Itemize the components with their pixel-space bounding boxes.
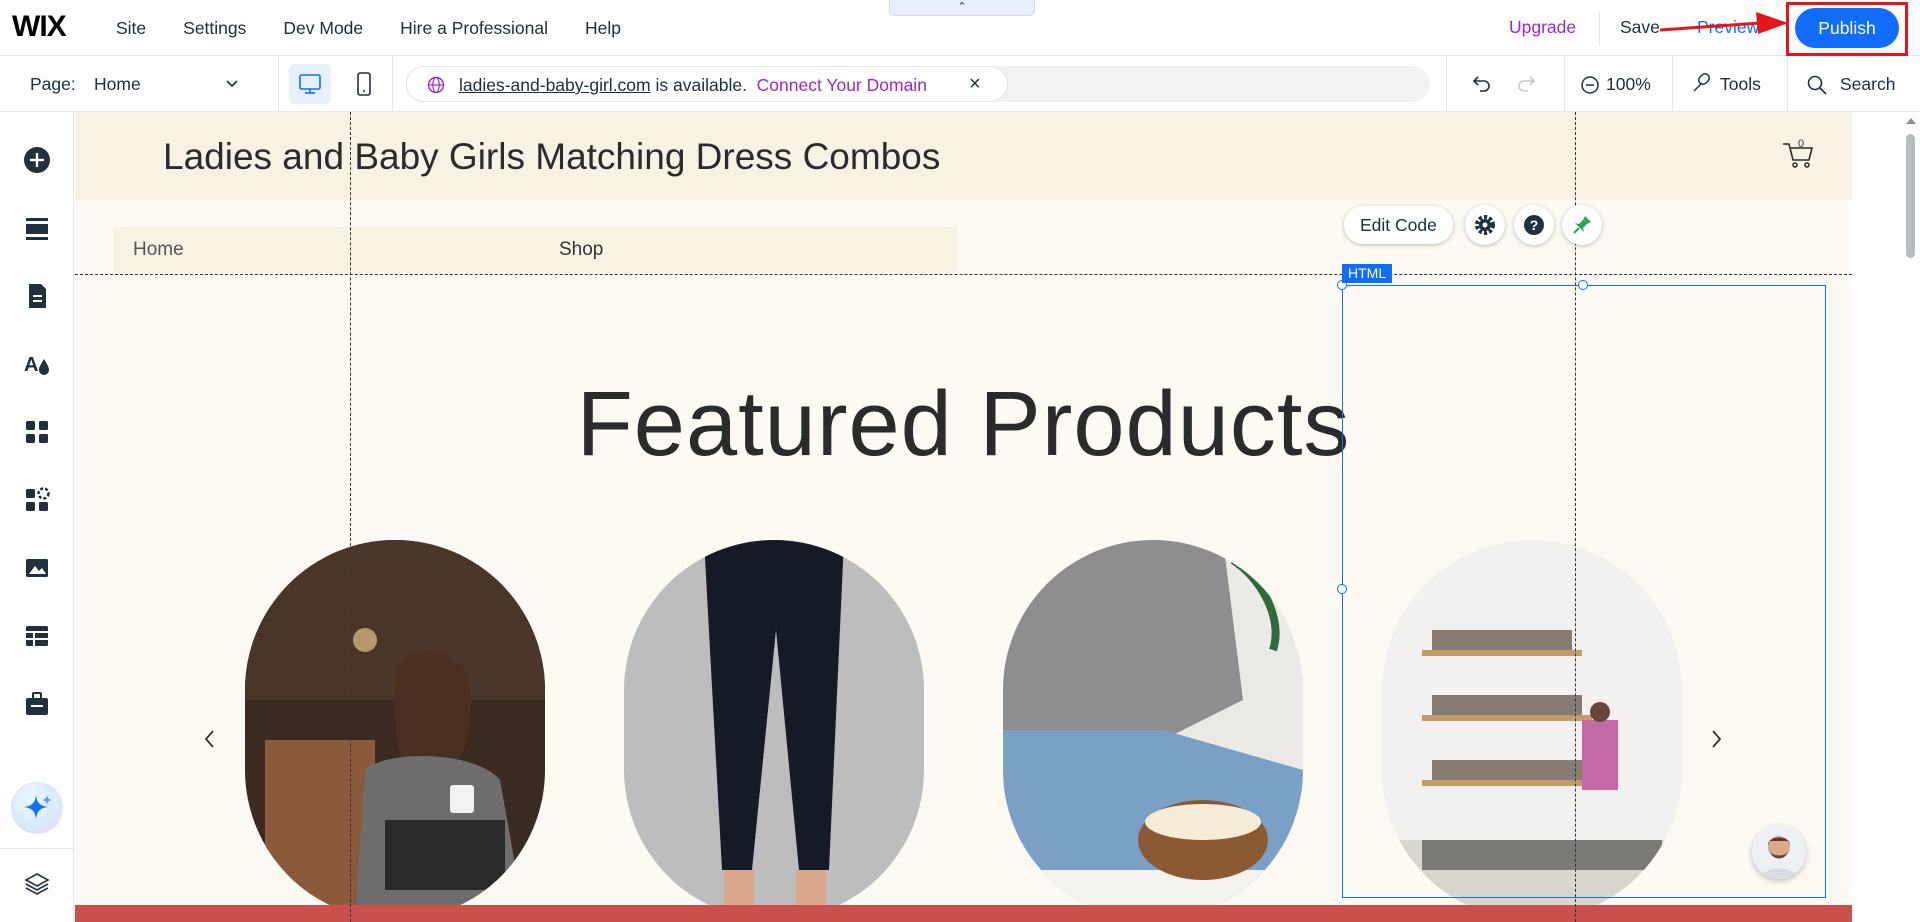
nav-home[interactable]: Home — [133, 239, 184, 261]
scroll-up-icon[interactable] — [1905, 116, 1917, 126]
scroll-thumb[interactable] — [1906, 134, 1915, 258]
menu-hire-a-professional[interactable]: Hire a Professional — [400, 18, 548, 39]
cart-count: 0 — [1798, 138, 1805, 150]
design-icon[interactable]: A — [22, 349, 52, 379]
site-header[interactable]: Ladies and Baby Girls Matching Dress Com… — [75, 112, 1852, 200]
resize-handle[interactable] — [1578, 280, 1588, 290]
tools-button[interactable]: Tools — [1720, 74, 1761, 95]
connect-domain-link[interactable]: Connect Your Domain — [757, 75, 927, 95]
canvas-scrollbar[interactable] — [1902, 112, 1920, 922]
save-button[interactable]: Save — [1620, 17, 1660, 38]
product-photo-leggings — [624, 540, 924, 920]
avatar-icon — [1752, 825, 1806, 879]
chevron-down-icon[interactable] — [224, 76, 240, 92]
divider — [1446, 56, 1447, 112]
menu-help[interactable]: Help — [585, 18, 621, 39]
page-selector[interactable]: Home — [94, 74, 141, 95]
product-photo-woman-laptop — [245, 540, 545, 920]
tools-icon[interactable] — [1690, 73, 1712, 95]
mobile-icon — [357, 72, 371, 96]
help-button[interactable]: ? — [1514, 205, 1554, 245]
sections-icon[interactable] — [22, 213, 52, 243]
svg-text:?: ? — [1530, 217, 1539, 233]
editor-toolbar: Page: Home ladies-and-baby-girl.com is a… — [0, 56, 1920, 112]
divider — [278, 56, 279, 112]
ai-assistant-icon — [24, 795, 52, 819]
site-title[interactable]: Ladies and Baby Girls Matching Dress Com… — [163, 136, 940, 178]
upgrade-link[interactable]: Upgrade — [1509, 17, 1576, 38]
chat-avatar[interactable] — [1752, 825, 1806, 879]
top-menu: Site Settings Dev Mode Hire a Profession… — [116, 0, 658, 56]
undo-icon[interactable] — [1470, 72, 1494, 96]
desktop-icon — [299, 74, 321, 94]
divider — [0, 848, 74, 849]
divider — [1787, 56, 1788, 112]
layers-icon[interactable] — [22, 869, 52, 899]
product-image[interactable] — [624, 540, 924, 920]
domain-notice: ladies-and-baby-girl.com is available. C… — [406, 66, 1008, 102]
portfolio-icon[interactable] — [22, 689, 52, 719]
redo-icon[interactable] — [1514, 72, 1538, 96]
left-sidebar: A — [0, 112, 74, 922]
domain-text: ladies-and-baby-girl.com is available. C… — [459, 75, 927, 96]
layout-guide — [350, 112, 351, 922]
desktop-view-button[interactable] — [289, 64, 331, 104]
collapse-toolbar-button[interactable]: ⌃ — [889, 0, 1035, 16]
search-button[interactable]: Search — [1840, 74, 1895, 95]
apps-icon[interactable] — [22, 417, 52, 447]
edit-code-button[interactable]: Edit Code — [1344, 206, 1453, 244]
chevron-left-icon[interactable] — [200, 724, 220, 754]
element-type-tag: HTML — [1342, 264, 1393, 283]
menu-site[interactable]: Site — [116, 18, 146, 39]
nav-shop[interactable]: Shop — [559, 239, 603, 261]
divider — [392, 56, 393, 112]
page-label: Page: — [30, 74, 76, 94]
pin-icon — [1573, 216, 1591, 234]
next-section-strip — [75, 905, 1852, 922]
ai-assistant-button[interactable] — [11, 782, 63, 834]
business-apps-icon[interactable] — [22, 485, 52, 515]
editor-top-bar: WIX Site Settings Dev Mode Hire a Profes… — [0, 0, 1920, 56]
settings-button[interactable] — [1465, 205, 1505, 245]
pages-icon[interactable] — [22, 281, 52, 311]
annotation-arrow-icon — [1660, 12, 1788, 34]
zoom-level[interactable]: 100% — [1606, 74, 1651, 95]
domain-availability: is available. — [650, 75, 747, 95]
mobile-view-button[interactable] — [343, 64, 385, 104]
help-icon: ? — [1524, 215, 1544, 235]
site-navigation[interactable]: Home Shop — [113, 227, 958, 273]
cms-icon[interactable] — [22, 621, 52, 651]
domain-name-link[interactable]: ladies-and-baby-girl.com — [459, 75, 651, 95]
divider — [1564, 56, 1565, 112]
product-image[interactable] — [245, 540, 545, 920]
menu-settings[interactable]: Settings — [183, 18, 246, 39]
divider — [1672, 56, 1673, 112]
svg-text:A: A — [24, 354, 38, 376]
media-icon[interactable] — [22, 553, 52, 583]
globe-icon — [427, 76, 445, 94]
menu-dev-mode[interactable]: Dev Mode — [283, 18, 363, 39]
add-icon[interactable] — [22, 145, 52, 175]
divider — [1599, 12, 1600, 46]
search-icon[interactable] — [1806, 74, 1828, 96]
product-image[interactable] — [1003, 540, 1303, 920]
gear-icon — [1475, 215, 1495, 235]
close-icon[interactable]: × — [969, 73, 981, 96]
zoom-out-icon[interactable] — [1580, 75, 1600, 95]
header-guide — [75, 274, 1852, 275]
pin-button[interactable] — [1562, 205, 1602, 245]
html-element-selection[interactable] — [1342, 285, 1826, 898]
annotation-highlight-box — [1786, 2, 1908, 56]
resize-handle[interactable] — [1337, 584, 1347, 594]
wix-logo[interactable]: WIX — [12, 10, 67, 44]
product-photo-sweater-popcorn — [1003, 540, 1303, 920]
